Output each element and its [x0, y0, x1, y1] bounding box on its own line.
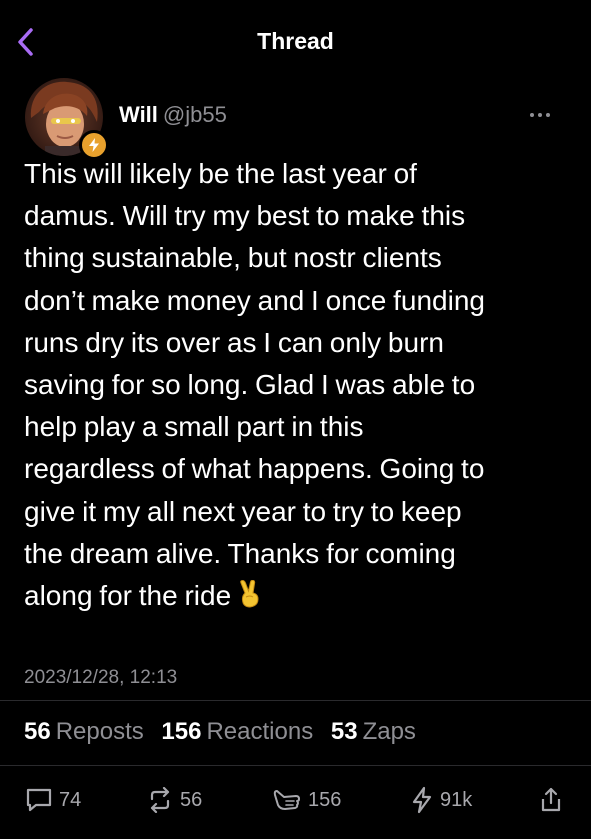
reposts-stat[interactable]: 56 Reposts [24, 718, 144, 746]
author-handle[interactable]: @jb55 [163, 102, 227, 127]
reply-button[interactable]: 74 [25, 782, 81, 818]
post-text: This will likely be the last year of dam… [24, 158, 485, 612]
reply-count: 74 [59, 788, 82, 811]
reactions-label: Reactions [206, 718, 314, 745]
like-count: 156 [308, 788, 342, 811]
victory-hand-icon [237, 578, 263, 620]
share-icon [541, 787, 561, 812]
top-bar: Thread [0, 0, 591, 84]
more-options-button[interactable] [522, 103, 558, 127]
share-button[interactable] [538, 782, 570, 818]
post-timestamp: 2023/12/28, 12:13 [24, 667, 178, 688]
page-title: Thread [257, 28, 334, 54]
ellipsis-icon [530, 113, 534, 117]
author-line: Will @jb55 [119, 102, 227, 128]
zap-amount: 91k [440, 788, 473, 811]
author-avatar[interactable] [25, 78, 109, 160]
repost-count: 56 [180, 788, 203, 811]
reply-icon [26, 788, 52, 812]
lightning-icon [412, 786, 432, 814]
action-bar: 74 56 156 91k [0, 782, 591, 822]
repost-button[interactable]: 56 [146, 782, 202, 818]
zaps-stat[interactable]: 53 Zaps [331, 718, 416, 746]
like-button[interactable]: 156 [272, 782, 341, 818]
shaka-icon [273, 790, 300, 810]
zaps-label: Zaps [362, 718, 416, 745]
engagement-stats: 56 Reposts 156 Reactions 53 Zaps [24, 718, 427, 746]
author-name[interactable]: Will [119, 102, 158, 127]
lightning-icon [89, 138, 99, 152]
reactions-count: 156 [161, 718, 202, 745]
zap-button[interactable]: 91k [410, 782, 472, 818]
zaps-count: 53 [330, 718, 358, 745]
reposts-label: Reposts [55, 718, 144, 745]
reactions-stat[interactable]: 156 Reactions [161, 718, 313, 746]
reposts-count: 56 [24, 718, 51, 745]
post-content: This will likely be the last year of dam… [24, 153, 574, 620]
repost-icon [150, 787, 170, 813]
divider [0, 700, 591, 701]
divider [0, 765, 591, 766]
